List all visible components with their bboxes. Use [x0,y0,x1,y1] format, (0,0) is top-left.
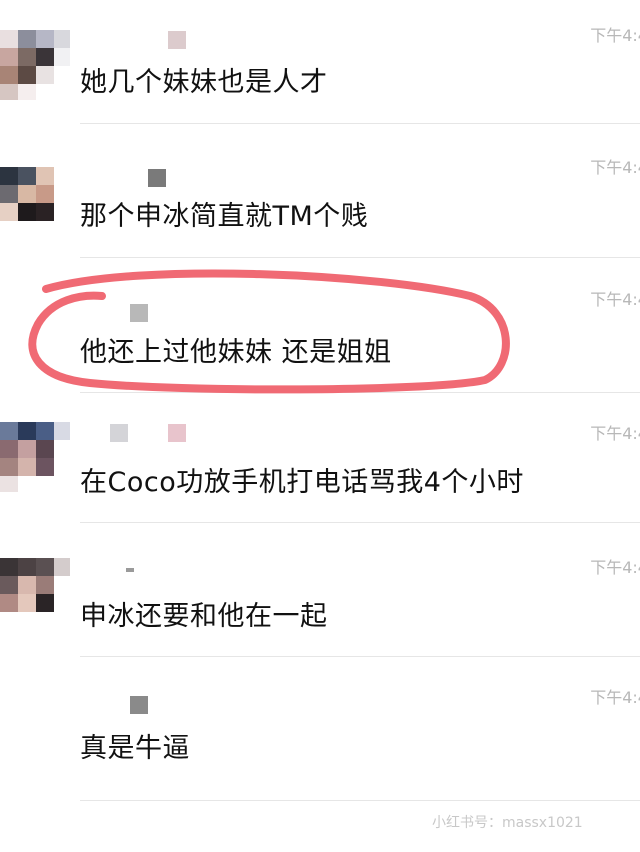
chat-message[interactable]: 下午4:4 真是牛逼 [0,688,640,822]
message-text: 申冰还要和他在一起 [80,601,328,632]
avatar[interactable] [0,422,70,492]
message-text: 那个申冰简直就TM个贱 [80,201,369,232]
chat-message[interactable]: 下午4:4 她几个妹妹也是人才 [0,18,640,152]
message-time: 下午4:4 [590,158,640,177]
divider [80,800,640,801]
avatar[interactable] [0,167,70,237]
chat-message[interactable]: 下午4:4 他还上过他妹妹 还是姐姐 [0,286,640,420]
message-time: 下午4:4 [590,290,640,309]
divider [80,392,640,393]
chat-message[interactable]: 下午4:4 在Coco功放手机打电话骂我4个小时 [0,420,640,554]
message-time: 下午4:4 [590,558,640,577]
divider [80,656,640,657]
message-time: 下午4:4 [590,26,640,45]
message-time: 下午4:4 [590,688,640,707]
divider [80,123,640,124]
message-text: 真是牛逼 [80,733,190,764]
message-text: 他还上过他妹妹 还是姐姐 [80,337,392,368]
avatar[interactable] [0,30,70,100]
message-text: 她几个妹妹也是人才 [80,67,328,98]
message-time: 下午4:4 [590,424,640,443]
avatar[interactable] [0,558,70,628]
chat-message[interactable]: 下午4:4 申冰还要和他在一起 [0,554,640,688]
message-text: 在Coco功放手机打电话骂我4个小时 [80,467,524,498]
divider [80,522,640,523]
watermark: 小红书号：massx1021 [432,815,583,831]
chat-message[interactable]: 下午4:4 那个申冰简直就TM个贱 [0,152,640,286]
divider [80,257,640,258]
